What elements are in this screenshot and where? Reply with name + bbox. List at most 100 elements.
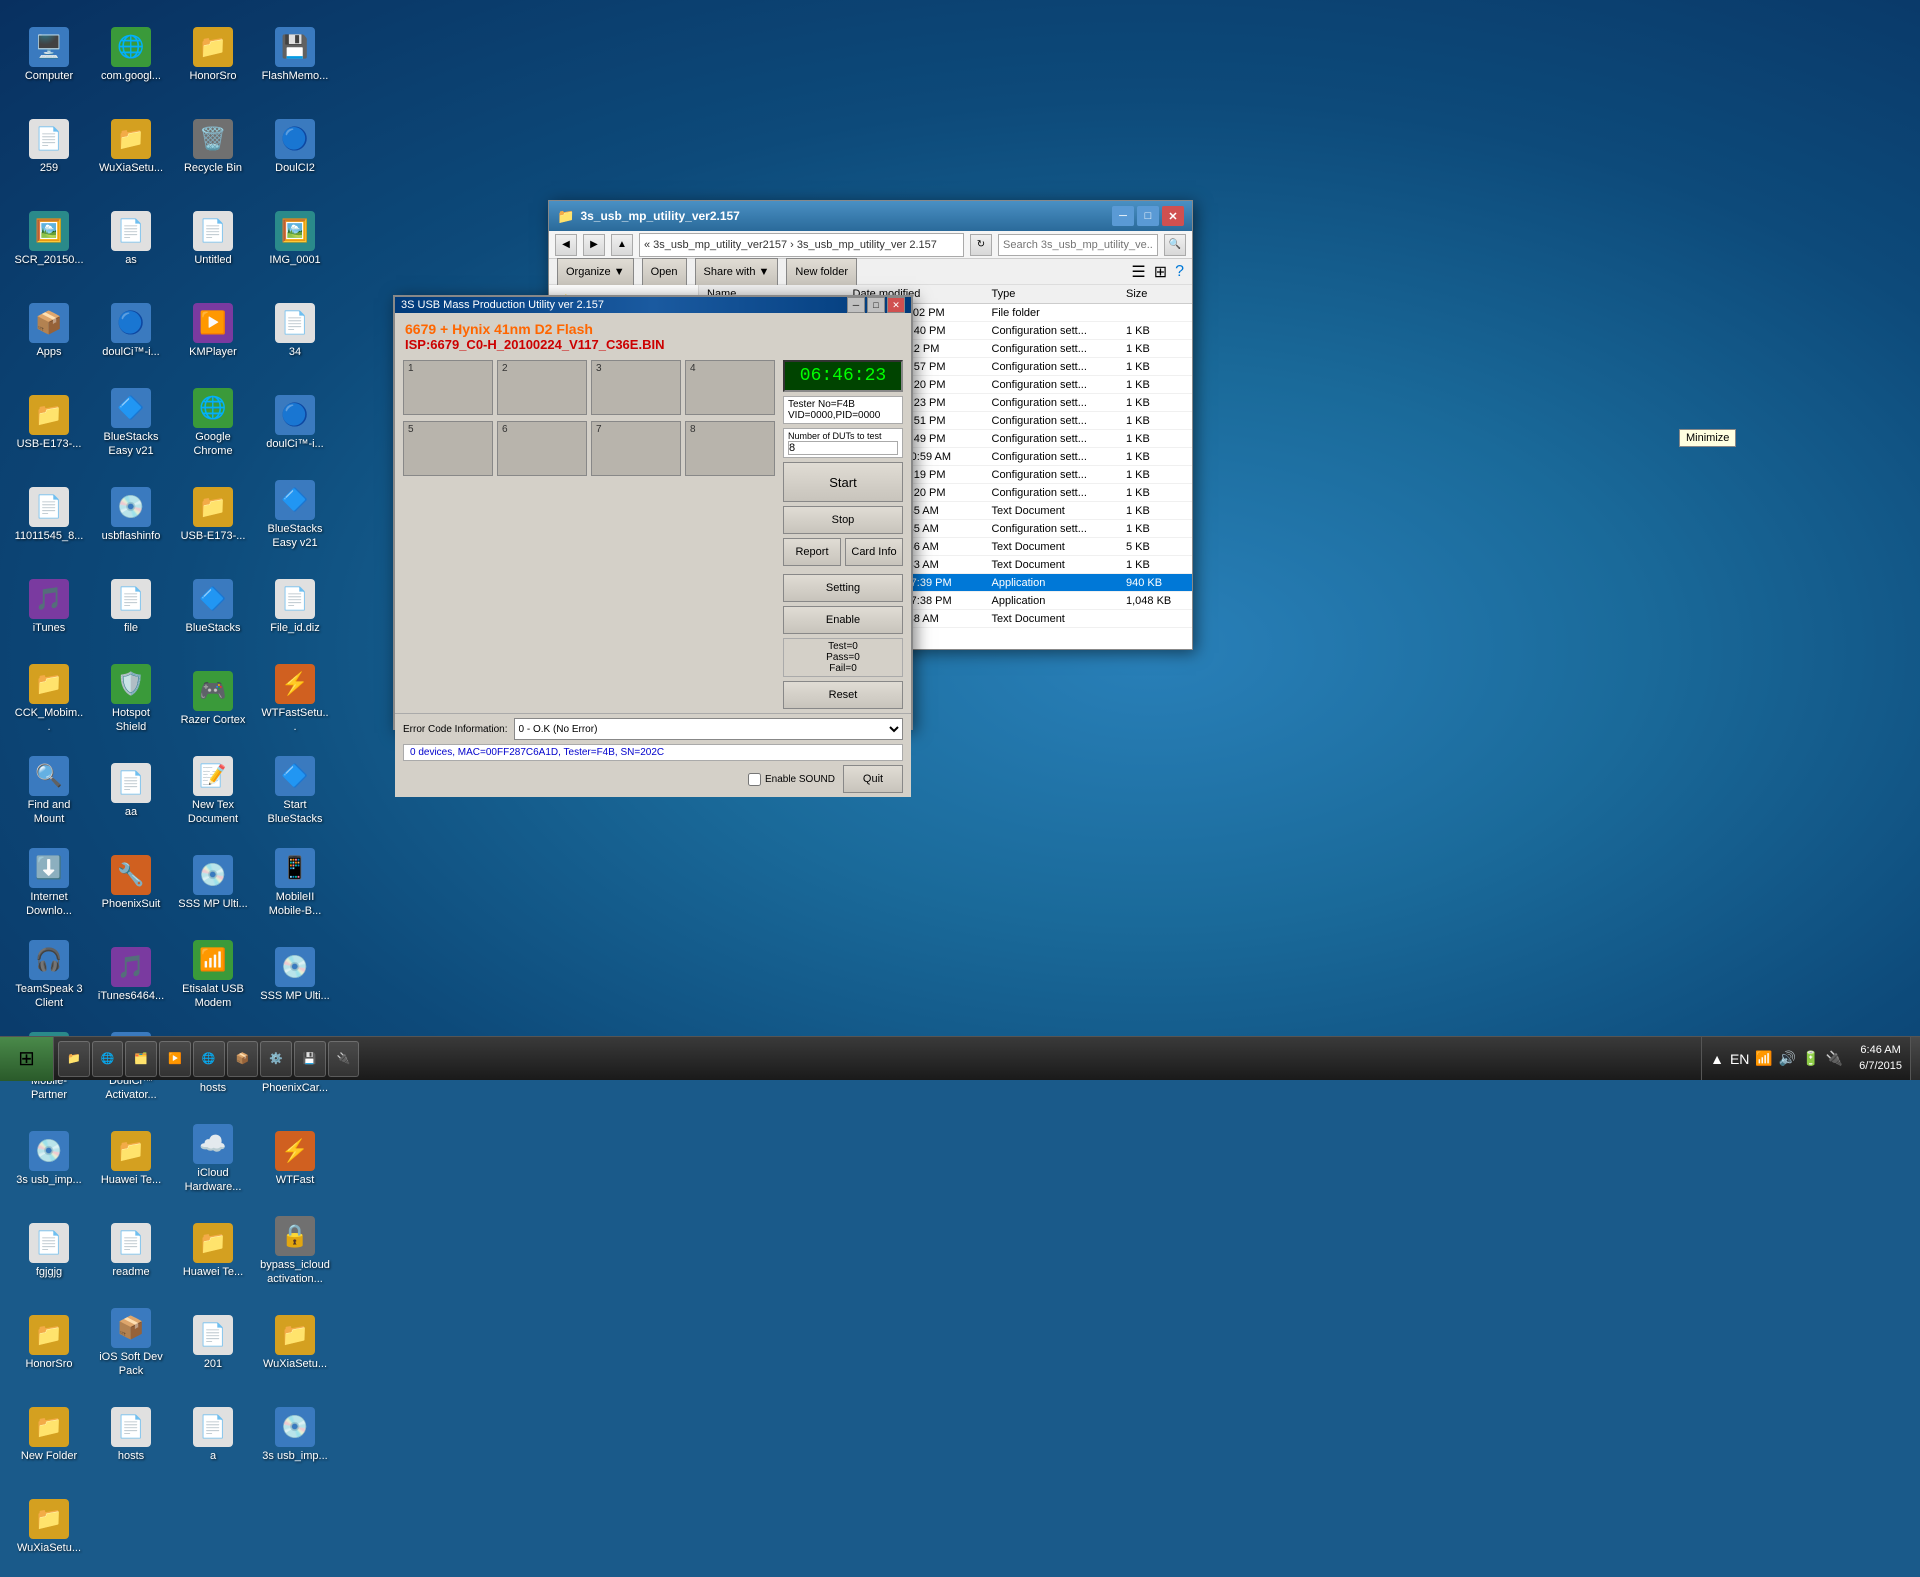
desktop-icon-bluestacks-ev2[interactable]: 🔷 BlueStacks Easy v21 bbox=[256, 470, 334, 560]
search-input[interactable] bbox=[998, 234, 1158, 256]
taskbar-item-app1[interactable]: 📦 bbox=[227, 1041, 259, 1077]
desktop-icon-bluestacks[interactable]: 🔷 BlueStacks bbox=[174, 562, 252, 652]
desktop-icon-wtfast[interactable]: ⚡ WTFast bbox=[256, 1114, 334, 1204]
help-icon[interactable]: ? bbox=[1175, 263, 1184, 281]
desktop-icon-honorsro[interactable]: 📁 HonorSro bbox=[174, 10, 252, 100]
usb-close-btn[interactable]: ✕ bbox=[887, 297, 905, 313]
taskbar-item-defrag[interactable]: 💾 bbox=[294, 1041, 326, 1077]
tray-sound-icon[interactable]: 🔊 bbox=[1779, 1050, 1796, 1067]
col-type[interactable]: Type bbox=[984, 285, 1119, 304]
desktop-icon-recycle[interactable]: 🗑️ Recycle Bin bbox=[174, 102, 252, 192]
maximize-button[interactable]: □ bbox=[1137, 206, 1159, 226]
desktop-icon-icloud[interactable]: ☁️ iCloud Hardware... bbox=[174, 1114, 252, 1204]
desktop-icon-bypass-icloud[interactable]: 🔒 bypass_icloud activation... bbox=[256, 1206, 334, 1296]
tray-network-icon[interactable]: 📶 bbox=[1755, 1050, 1772, 1067]
desktop-icon-wuxiasetu[interactable]: 📁 WuXiaSetu... bbox=[92, 102, 170, 192]
desktop-icon-201[interactable]: 📄 201 bbox=[174, 1298, 252, 1388]
desktop-icon-scr[interactable]: 🖼️ SCR_20150... bbox=[10, 194, 88, 284]
desktop-icon-img0001[interactable]: 🖼️ IMG_0001 bbox=[256, 194, 334, 284]
minimize-button[interactable]: ─ bbox=[1112, 206, 1134, 226]
address-bar[interactable]: « 3s_usb_mp_utility_ver2157 › 3s_usb_mp_… bbox=[639, 233, 964, 257]
desktop-icon-readme[interactable]: 📄 readme bbox=[92, 1206, 170, 1296]
desktop-icon-sss-mp[interactable]: 💿 SSS MP Ulti... bbox=[174, 838, 252, 928]
desktop-icon-huawei-te2[interactable]: 📁 Huawei Te... bbox=[174, 1206, 252, 1296]
taskbar-item-explorer[interactable]: 📁 bbox=[58, 1041, 90, 1077]
desktop-icon-apps[interactable]: 📦 Apps bbox=[10, 286, 88, 376]
desktop-icon-flashmemo[interactable]: 💾 FlashMemo... bbox=[256, 10, 334, 100]
desktop-icon-wuxiasetu3[interactable]: 📁 WuXiaSetu... bbox=[10, 1482, 88, 1572]
start-button[interactable]: Start bbox=[783, 462, 903, 502]
desktop-icon-hotspot[interactable]: 🛡️ Hotspot Shield bbox=[92, 654, 170, 744]
share-with-button[interactable]: Share with ▼ bbox=[695, 258, 779, 286]
desktop-icon-new-tex-doc[interactable]: 📝 New Tex Document bbox=[174, 746, 252, 836]
desktop-icon-aa[interactable]: 📄 aa bbox=[92, 746, 170, 836]
desktop-icon-etisalat[interactable]: 📶 Etisalat USB Modem bbox=[174, 930, 252, 1020]
desktop-icon-phoenixsuit[interactable]: 🔧 PhoenixSuit bbox=[92, 838, 170, 928]
desktop-icon-as[interactable]: 📄 as bbox=[92, 194, 170, 284]
desktop-icon-computer[interactable]: 🖥️ Computer bbox=[10, 10, 88, 100]
close-button[interactable]: ✕ bbox=[1162, 206, 1184, 226]
up-button[interactable]: ▲ bbox=[611, 234, 633, 256]
desktop-icon-google-chrome[interactable]: 🌐 Google Chrome bbox=[174, 378, 252, 468]
error-select[interactable]: 0 - O.K (No Error) bbox=[514, 718, 904, 740]
desktop-icon-doulcitm[interactable]: 🔵 doulCi™-i... bbox=[92, 286, 170, 376]
desktop-icon-11011545[interactable]: 📄 11011545_8... bbox=[10, 470, 88, 560]
show-desktop-btn[interactable] bbox=[1910, 1037, 1920, 1080]
desktop-icon-start-bluestacks[interactable]: 🔷 Start BlueStacks bbox=[256, 746, 334, 836]
desktop-icon-file[interactable]: 📄 file bbox=[92, 562, 170, 652]
dut-value-input[interactable] bbox=[788, 441, 898, 455]
desktop-icon-3s-usb-imp2[interactable]: 💿 3s usb_imp... bbox=[256, 1390, 334, 1480]
desktop-icon-teamspeak[interactable]: 🎧 TeamSpeak 3 Client bbox=[10, 930, 88, 1020]
taskbar-item-ie[interactable]: 🌐 bbox=[92, 1041, 124, 1077]
desktop-icon-honorsro2[interactable]: 📁 HonorSro bbox=[10, 1298, 88, 1388]
desktop-icon-3s-usb-imp[interactable]: 💿 3s usb_imp... bbox=[10, 1114, 88, 1204]
desktop-icon-fgjgjg[interactable]: 📄 fgjgjg bbox=[10, 1206, 88, 1296]
desktop-icon-bluestacks-ev[interactable]: 🔷 BlueStacks Easy v21 bbox=[92, 378, 170, 468]
card-info-button[interactable]: Card Info bbox=[845, 538, 903, 566]
taskbar-item-usb[interactable]: 🔌 bbox=[328, 1041, 360, 1077]
desktop-icon-34[interactable]: 📄 34 bbox=[256, 286, 334, 376]
desktop-icon-sss-mp2[interactable]: 💿 SSS MP Ulti... bbox=[256, 930, 334, 1020]
tray-usb-icon[interactable]: 🔌 bbox=[1826, 1050, 1843, 1067]
usb-minimize-btn[interactable]: ─ bbox=[847, 297, 865, 313]
col-size[interactable]: Size bbox=[1118, 285, 1192, 304]
system-clock[interactable]: 6:46 AM 6/7/2015 bbox=[1851, 1043, 1910, 1074]
desktop-icon-wtfastsu[interactable]: ⚡ WTFastSetu... bbox=[256, 654, 334, 744]
reset-button[interactable]: Reset bbox=[783, 681, 903, 709]
forward-button[interactable]: ▶ bbox=[583, 234, 605, 256]
desktop-icon-itunes[interactable]: 🎵 iTunes bbox=[10, 562, 88, 652]
quit-button[interactable]: Quit bbox=[843, 765, 903, 793]
tray-arrow-icon[interactable]: ▲ bbox=[1710, 1051, 1724, 1067]
desktop-icon-itunes64[interactable]: 🎵 iTunes6464... bbox=[92, 930, 170, 1020]
tray-battery-icon[interactable]: 🔋 bbox=[1802, 1050, 1819, 1067]
view-icons-icon[interactable]: ⊞ bbox=[1154, 262, 1167, 282]
back-button[interactable]: ◀ bbox=[555, 234, 577, 256]
desktop-icon-a2[interactable]: 📄 a bbox=[174, 1390, 252, 1480]
desktop-icon-ios-soft[interactable]: 📦 iOS Soft Dev Pack bbox=[92, 1298, 170, 1388]
new-folder-button[interactable]: New folder bbox=[786, 258, 857, 286]
taskbar-item-chrome[interactable]: 🌐 bbox=[193, 1041, 225, 1077]
desktop-icon-razer[interactable]: 🎮 Razer Cortex bbox=[174, 654, 252, 744]
desktop-icon-wuxiasetu2[interactable]: 📁 WuXiaSetu... bbox=[256, 1298, 334, 1388]
desktop-icon-hosts3[interactable]: 📄 hosts bbox=[92, 1390, 170, 1480]
desktop-icon-untitled[interactable]: 📄 Untitled bbox=[174, 194, 252, 284]
desktop-icon-com-google[interactable]: 🌐 com.googl... bbox=[92, 10, 170, 100]
desktop-icon-find-mount[interactable]: 🔍 Find and Mount bbox=[10, 746, 88, 836]
desktop-icon-usbflashinfo[interactable]: 💿 usbflashinfo bbox=[92, 470, 170, 560]
file-explorer-titlebar[interactable]: 📁 3s_usb_mp_utility_ver2.157 ─ □ ✕ bbox=[549, 201, 1192, 231]
desktop-icon-internet-dl[interactable]: ⬇️ Internet Downlo... bbox=[10, 838, 88, 928]
organize-button[interactable]: Organize ▼ bbox=[557, 258, 634, 286]
desktop-icon-cck[interactable]: 📁 CCK_Mobim... bbox=[10, 654, 88, 744]
refresh-button[interactable]: ↻ bbox=[970, 234, 992, 256]
view-details-icon[interactable]: ☰ bbox=[1131, 262, 1145, 282]
taskbar-item-windows[interactable]: 🗂️ bbox=[125, 1041, 157, 1077]
desktop-icon-usbe173[interactable]: 📁 USB-E173-... bbox=[10, 378, 88, 468]
enable-sound-checkbox[interactable] bbox=[748, 773, 761, 786]
desktop-icon-259[interactable]: 📄 259 bbox=[10, 102, 88, 192]
usb-maximize-btn[interactable]: □ bbox=[867, 297, 885, 313]
desktop-icon-huawei-te[interactable]: 📁 Huawei Te... bbox=[92, 1114, 170, 1204]
desktop-icon-kmplayer[interactable]: ▶️ KMPlayer bbox=[174, 286, 252, 376]
desktop-icon-fileid[interactable]: 📄 File_id.diz bbox=[256, 562, 334, 652]
desktop-icon-usbe1732[interactable]: 📁 USB-E173-... bbox=[174, 470, 252, 560]
taskbar-item-media[interactable]: ▶️ bbox=[159, 1041, 191, 1077]
